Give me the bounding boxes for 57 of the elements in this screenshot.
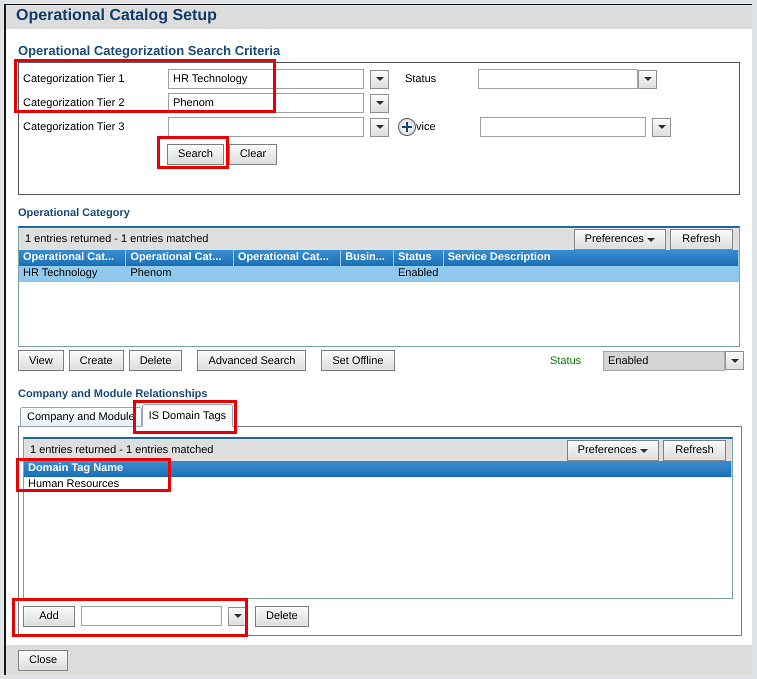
search-button[interactable]: Search	[167, 144, 224, 164]
caret-icon	[730, 358, 738, 362]
caret-icon	[640, 449, 648, 453]
preferences-button[interactable]: Preferences	[566, 440, 659, 460]
dropdown-button[interactable]	[370, 94, 389, 112]
add-button[interactable]: Add	[23, 606, 75, 626]
caret-icon	[234, 614, 242, 618]
field-label: Categorization Tier 3	[23, 121, 126, 133]
toolbar-button[interactable]: Create	[68, 350, 124, 371]
toolbar-button[interactable]: Set Offline	[321, 350, 394, 371]
dropdown-button[interactable]	[725, 351, 744, 370]
dropdown-button[interactable]	[370, 118, 389, 136]
delete-button[interactable]: Delete	[255, 606, 309, 626]
table-cell: HR Technology	[23, 267, 98, 279]
dropdown-button[interactable]	[638, 70, 657, 88]
table-cell: Human Resources	[28, 478, 120, 490]
caret-icon	[376, 125, 384, 129]
service-field[interactable]	[480, 117, 646, 137]
caret-icon	[647, 238, 655, 242]
toolbar-button[interactable]: Delete	[128, 350, 182, 371]
section-heading: Operational Category	[18, 207, 131, 219]
service-label: vice	[416, 121, 437, 133]
tab[interactable]: IS Domain Tags	[142, 404, 234, 427]
dropdown-button[interactable]	[370, 70, 389, 88]
domain-tag-field[interactable]	[81, 606, 222, 626]
tier-field[interactable]: HR Technology	[168, 69, 364, 89]
tier-field[interactable]	[168, 117, 364, 137]
field-label: Categorization Tier 2	[23, 97, 126, 109]
section-heading: Operational Categorization Search Criteria	[18, 43, 282, 58]
tab[interactable]: Company and Module	[20, 407, 142, 427]
dropdown-button[interactable]	[652, 118, 671, 136]
tier-field[interactable]: Phenom	[168, 93, 364, 113]
preferences-button[interactable]: Preferences	[574, 228, 666, 250]
table-row[interactable]: HR Technology Phenom Enabled	[19, 266, 739, 282]
add-icon[interactable]	[398, 118, 416, 136]
results-summary: 1 entries returned - 1 entries matched	[30, 444, 214, 456]
results-summary: 1 entries returned - 1 entries matched	[25, 233, 208, 245]
close-button[interactable]: Close	[18, 650, 68, 670]
highlight-frame	[157, 136, 229, 169]
field-label: Categorization Tier 1	[23, 73, 126, 85]
clear-button[interactable]: Clear	[228, 144, 278, 164]
caret-icon	[644, 77, 652, 81]
window-title: Operational Catalog Setup	[6, 5, 752, 29]
status-field[interactable]	[478, 69, 638, 89]
caret-icon	[376, 77, 384, 81]
table-cell: Enabled	[398, 267, 438, 279]
status-label: Status	[550, 354, 582, 366]
refresh-button[interactable]: Refresh	[670, 228, 733, 250]
caret-icon	[376, 101, 384, 105]
status-label: Status	[405, 73, 438, 85]
status-select[interactable]: Enabled	[603, 350, 725, 370]
toolbar-button[interactable]: View	[18, 350, 64, 371]
caret-icon	[658, 125, 666, 129]
refresh-button[interactable]: Refresh	[663, 440, 726, 460]
section-heading: Company and Module Relationships	[18, 388, 208, 400]
toolbar-button[interactable]: Advanced Search	[197, 350, 306, 371]
table-cell: Phenom	[130, 267, 172, 279]
